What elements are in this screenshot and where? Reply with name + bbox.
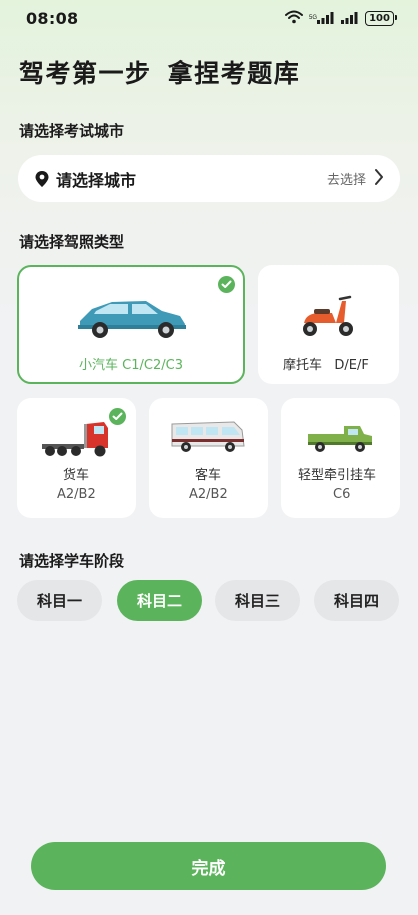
location-pin-icon — [34, 170, 50, 188]
license-card-bus[interactable]: 客车 A2/B2 — [149, 398, 268, 518]
done-button[interactable]: 完成 — [31, 842, 386, 890]
license-card-trailer[interactable]: 轻型牵引挂车 C6 — [281, 398, 400, 518]
status-icons: 5G 100 — [285, 9, 397, 28]
signal-icon — [341, 9, 359, 28]
license-section-label: 请选择驾照类型 — [19, 233, 125, 251]
wifi-icon — [285, 9, 303, 28]
city-section-label: 请选择考试城市 — [19, 122, 125, 140]
stage-section-label: 请选择学车阶段 — [19, 552, 125, 570]
status-bar: 08:08 5G 100 — [0, 0, 418, 36]
bus-icon — [170, 420, 246, 458]
city-selector[interactable]: 请选择城市 去选择 — [18, 155, 400, 202]
scooter-icon — [298, 293, 358, 343]
check-icon — [218, 276, 235, 293]
city-choose-link[interactable]: 去选择 — [327, 169, 366, 188]
svg-text:5G: 5G — [309, 15, 317, 21]
battery-icon: 100 — [365, 10, 397, 26]
stage-option-3[interactable]: 科目三 — [215, 580, 300, 621]
pickup-icon — [306, 422, 374, 458]
license-card-truck-code: A2/B2 — [57, 487, 96, 502]
chevron-right-icon — [374, 168, 384, 190]
truck-icon — [40, 420, 112, 462]
license-card-motorcycle-name: 摩托车 D/E/F — [283, 358, 369, 373]
stage-option-4[interactable]: 科目四 — [314, 580, 399, 621]
license-card-car-name: 小汽车 C1/C2/C3 — [79, 358, 183, 373]
license-card-trailer-code: C6 — [333, 487, 351, 502]
stage-option-1[interactable]: 科目一 — [17, 580, 102, 621]
license-card-truck-name: 货车 — [63, 468, 90, 483]
license-card-truck[interactable]: 货车 A2/B2 — [17, 398, 136, 518]
license-card-bus-name: 客车 — [195, 468, 222, 483]
license-card-car[interactable]: 小汽车 C1/C2/C3 — [17, 265, 245, 384]
license-card-motorcycle[interactable]: 摩托车 D/E/F — [258, 265, 399, 384]
city-field-label: 请选择城市 — [56, 170, 137, 190]
signal-icon: 5G — [309, 9, 335, 28]
status-time: 08:08 — [26, 8, 79, 28]
page-title: 驾考第一步 拿捏考题库 — [19, 59, 301, 88]
license-card-bus-code: A2/B2 — [189, 487, 228, 502]
stage-option-2[interactable]: 科目二 — [117, 580, 202, 621]
car-icon — [76, 297, 188, 343]
license-card-trailer-name: 轻型牵引挂车 — [298, 468, 377, 483]
